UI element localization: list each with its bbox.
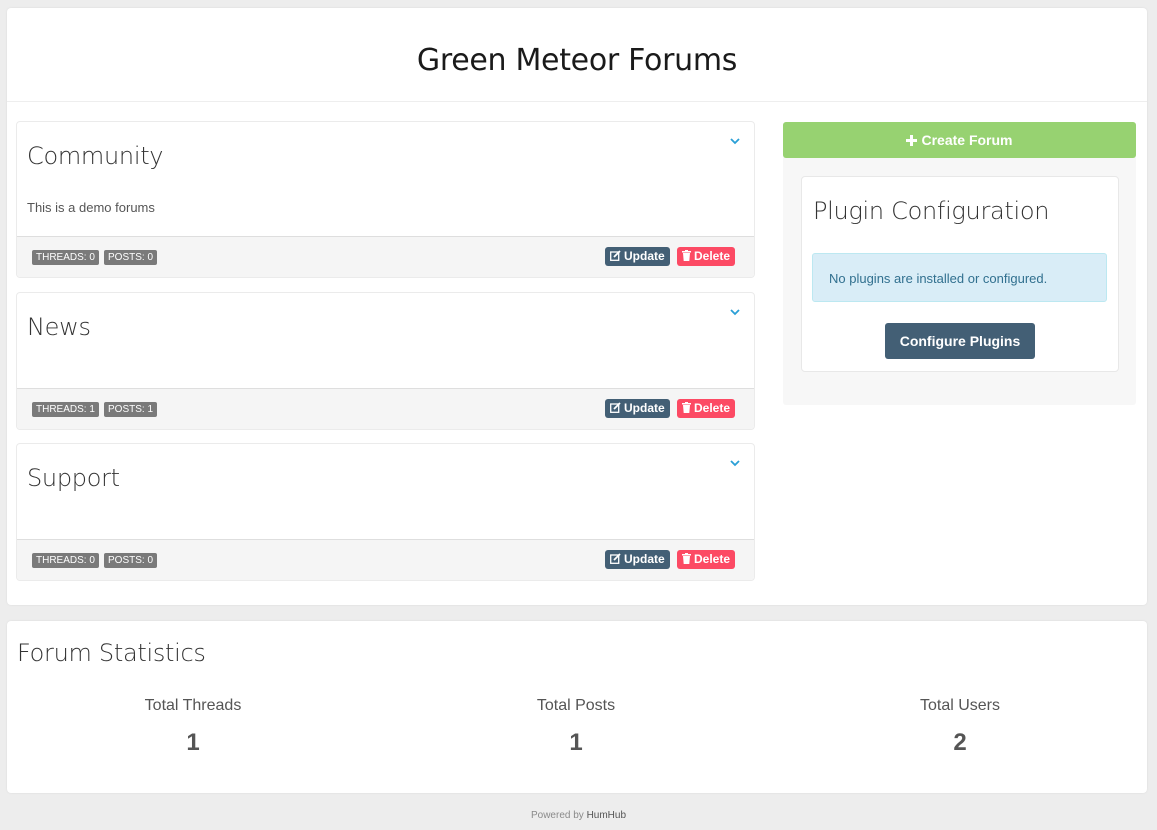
plugin-configuration-card: Plugin Configuration No plugins are inst…	[801, 176, 1119, 372]
chevron-down-icon[interactable]	[730, 458, 740, 468]
trash-icon	[682, 402, 691, 413]
forum-statistics-panel: Forum Statistics Total Threads 1 Total P…	[7, 621, 1147, 793]
edit-icon	[610, 553, 621, 564]
page-title: Green Meteor Forums	[416, 43, 738, 78]
forum-card-news: News THREADS: 1 POSTS: 1 Update Delete	[16, 292, 755, 430]
forum-card-footer: THREADS: 1 POSTS: 1 Update Delete	[17, 388, 754, 429]
posts-badge: POSTS: 1	[104, 402, 158, 417]
create-forum-label: Create Forum	[921, 132, 1013, 148]
posts-badge: POSTS: 0	[104, 250, 158, 265]
stat-value: 1	[569, 729, 583, 756]
trash-icon	[682, 553, 691, 564]
forum-name[interactable]: Community	[27, 142, 164, 170]
stat-label: Total Users	[919, 697, 1001, 714]
sidebar: Create Forum Plugin Configuration No plu…	[783, 122, 1136, 405]
plugin-info-alert: No plugins are installed or configured.	[812, 253, 1107, 302]
forum-card-community: Community This is a demo forums THREADS:…	[16, 121, 755, 278]
threads-badge: THREADS: 0	[32, 250, 99, 265]
delete-button[interactable]: Delete	[677, 550, 736, 569]
stat-value: 1	[186, 729, 200, 756]
chevron-down-icon[interactable]	[730, 307, 740, 317]
stat-label: Total Threads	[144, 697, 242, 714]
delete-button[interactable]: Delete	[677, 247, 736, 266]
delete-label: Delete	[694, 552, 731, 566]
stat-total-users: Total Users 2	[770, 697, 1150, 757]
forum-card-footer: THREADS: 0 POSTS: 0 Update Delete	[17, 236, 754, 277]
update-button[interactable]: Update	[605, 247, 670, 266]
threads-badge: THREADS: 0	[32, 553, 99, 568]
stats-title: Forum Statistics	[17, 639, 206, 667]
title-divider	[7, 101, 1147, 102]
update-button[interactable]: Update	[605, 399, 670, 418]
delete-button[interactable]: Delete	[677, 399, 736, 418]
forum-card-support: Support THREADS: 0 POSTS: 0 Update Delet…	[16, 443, 755, 581]
forum-card-footer: THREADS: 0 POSTS: 0 Update Delete	[17, 539, 754, 580]
posts-badge: POSTS: 0	[104, 553, 158, 568]
forums-panel: Green Meteor Forums Community This is a …	[7, 8, 1147, 605]
threads-badge: THREADS: 1	[32, 402, 99, 417]
forum-name[interactable]: Support	[27, 464, 120, 492]
trash-icon	[682, 250, 691, 261]
plus-icon	[906, 135, 918, 146]
chevron-down-icon[interactable]	[730, 136, 740, 146]
stat-total-threads: Total Threads 1	[3, 697, 383, 757]
update-label: Update	[624, 401, 665, 415]
configure-plugins-button[interactable]: Configure Plugins	[885, 323, 1035, 359]
create-forum-button[interactable]: Create Forum	[783, 122, 1136, 158]
powered-by-text: Powered by	[530, 810, 584, 821]
humhub-link[interactable]: HumHub	[587, 810, 626, 821]
delete-label: Delete	[694, 401, 731, 415]
update-button[interactable]: Update	[605, 550, 670, 569]
update-label: Update	[624, 552, 665, 566]
edit-icon	[610, 250, 621, 261]
edit-icon	[610, 402, 621, 413]
forum-description: This is a demo forums	[27, 200, 155, 215]
stat-value: 2	[953, 729, 967, 756]
forum-name[interactable]: News	[27, 313, 91, 341]
powered-by-footer: Powered by HumHub	[0, 810, 1157, 821]
update-label: Update	[624, 249, 665, 263]
plugin-configuration-title: Plugin Configuration	[813, 197, 1050, 225]
stat-label: Total Posts	[536, 697, 616, 714]
delete-label: Delete	[694, 249, 731, 263]
stat-total-posts: Total Posts 1	[386, 697, 766, 757]
